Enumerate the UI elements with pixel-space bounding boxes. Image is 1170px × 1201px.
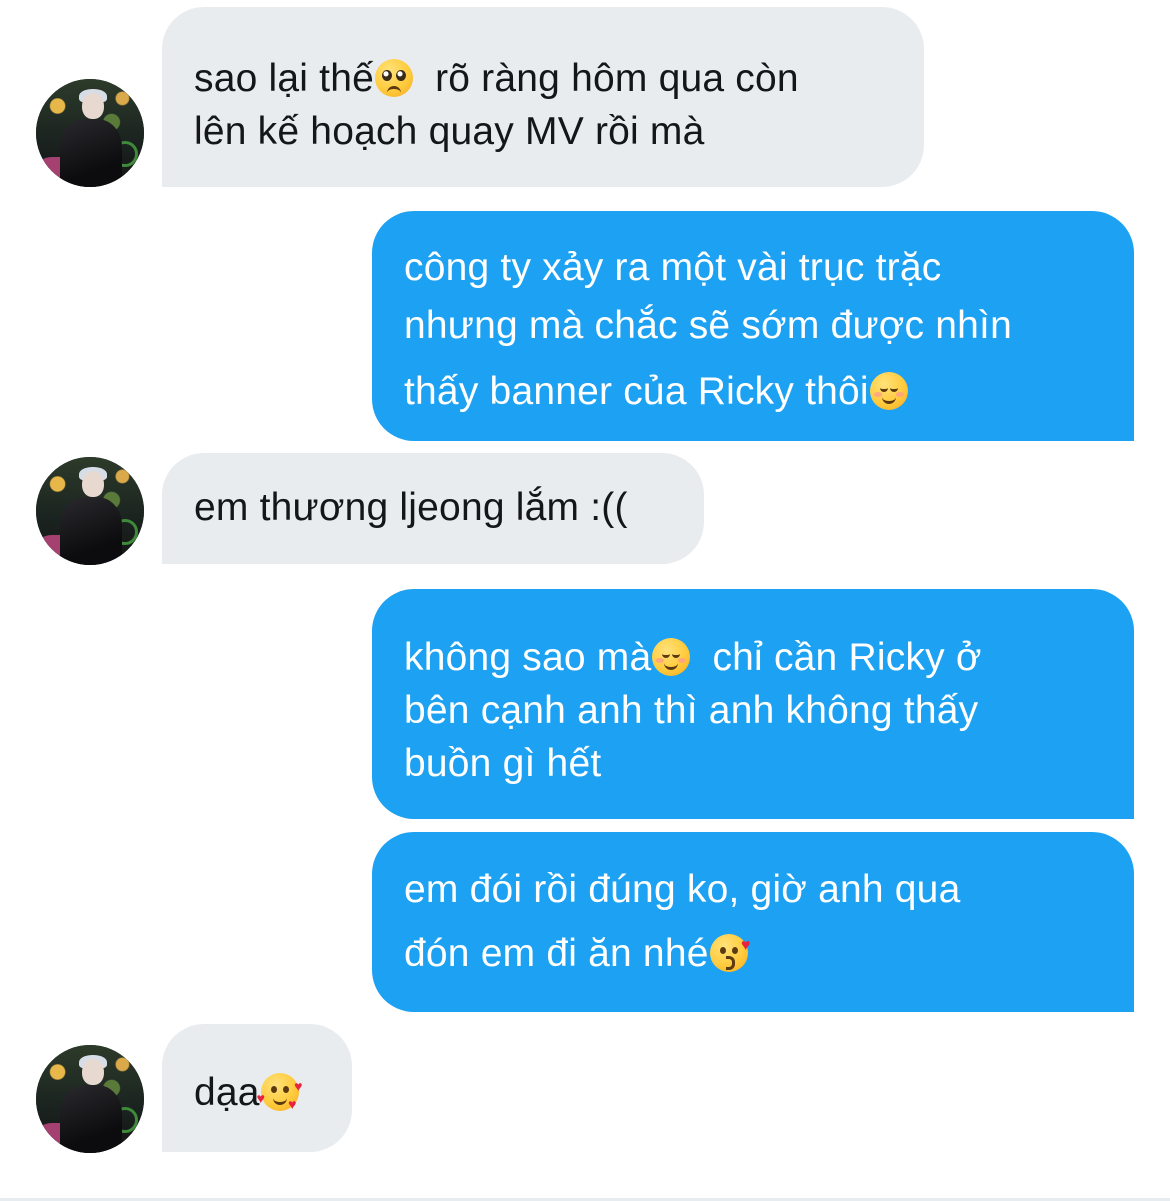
message-text-line: em thương ljeong lắm :(( [194, 486, 628, 529]
message-text-line: công ty xảy ra một vài trục trặc [404, 246, 942, 289]
chat-thread: sao lại thế rõ ràng hôm qua còn lên kế h… [0, 0, 1170, 1201]
message-text-line: sao lại thế rõ ràng hôm qua còn [194, 57, 799, 100]
message-text-line: lên kế hoạch quay MV rồi mà [194, 110, 705, 153]
face-blowing-kiss-emoji: ♥ [709, 934, 750, 972]
smiling-face-emoji [652, 638, 691, 676]
avatar[interactable] [36, 1045, 144, 1153]
outgoing-message-bubble[interactable]: công ty xảy ra một vài trục trặc nhưng m… [372, 211, 1134, 441]
message-text-line: em đói rồi đúng ko, giờ anh qua [404, 868, 961, 911]
message-text-line: dạa ♥ ♥ ♥ [194, 1071, 303, 1114]
message-text-line: nhưng mà chắc sẽ sớm được nhìn [404, 304, 1012, 347]
message-text-line: đón em đi ăn nhé ♥ [404, 932, 751, 975]
smiling-face-emoji [869, 372, 908, 410]
avatar[interactable] [36, 79, 144, 187]
message-text-line: thấy banner của Ricky thôi [404, 363, 1102, 421]
incoming-message-bubble[interactable]: dạa ♥ ♥ ♥ [162, 1024, 352, 1152]
message-text-line: buồn gì hết [404, 742, 602, 785]
outgoing-message-bubble[interactable]: không sao mà chỉ cần Ricky ở bên cạnh an… [372, 589, 1134, 819]
pleading-face-emoji [375, 59, 413, 97]
smiling-face-with-hearts-emoji: ♥ ♥ ♥ [257, 1073, 302, 1111]
incoming-message-bubble[interactable]: em thương ljeong lắm :(( [162, 453, 704, 564]
message-text-line: bên cạnh anh thì anh không thấy [404, 689, 979, 732]
outgoing-message-bubble[interactable]: em đói rồi đúng ko, giờ anh qua đón em đ… [372, 832, 1134, 1012]
avatar[interactable] [36, 457, 144, 565]
incoming-message-bubble[interactable]: sao lại thế rõ ràng hôm qua còn lên kế h… [162, 7, 924, 187]
message-text-line: không sao mà chỉ cần Ricky ở [404, 636, 982, 679]
